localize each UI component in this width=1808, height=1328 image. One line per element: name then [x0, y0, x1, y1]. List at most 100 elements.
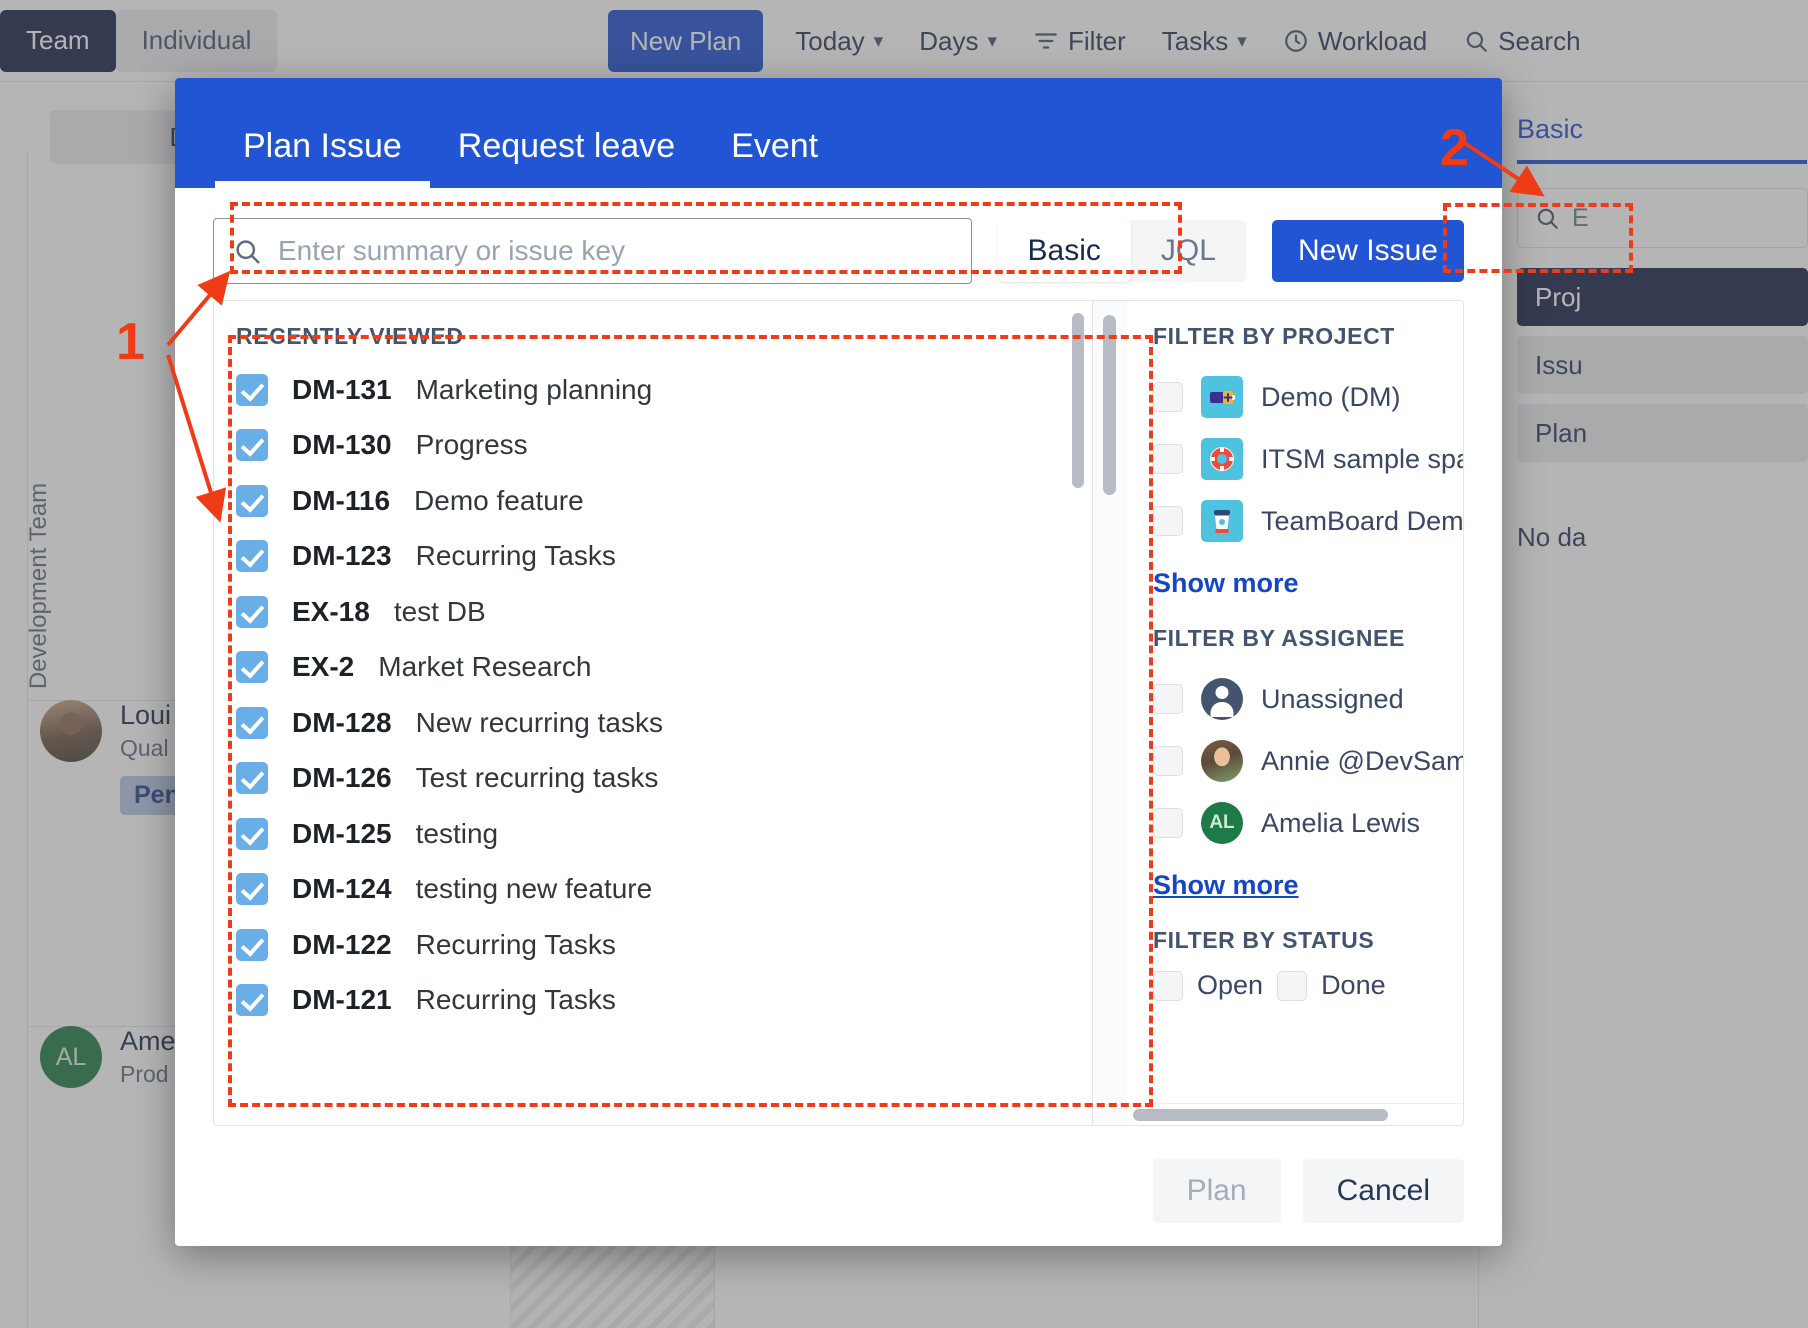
- checkbox[interactable]: [1153, 746, 1183, 776]
- filter-status-row: Open Done: [1153, 970, 1463, 1001]
- issue-summary: Demo feature: [414, 484, 584, 516]
- checkbox-checked[interactable]: [236, 651, 268, 684]
- issue-row[interactable]: DM-131 Marketing planning: [236, 362, 1092, 418]
- new-issue-button[interactable]: New Issue: [1271, 220, 1464, 282]
- issue-row[interactable]: DM-125 testing: [236, 806, 1092, 862]
- issue-key: EX-18: [292, 595, 370, 627]
- checkbox[interactable]: [1153, 808, 1183, 838]
- filter-project-demo[interactable]: Demo (DM): [1153, 366, 1463, 428]
- checkbox-checked[interactable]: [236, 873, 268, 906]
- scrollbar-thumb[interactable]: [1103, 315, 1116, 495]
- filter-project-teamboard[interactable]: TeamBoard Demo: [1153, 490, 1463, 552]
- filters-scrollbar[interactable]: [1093, 301, 1127, 1125]
- modal-body: Basic JQL New Issue RECENTLY VIEWED DM-1…: [175, 188, 1502, 1136]
- issue-row[interactable]: DM-122 Recurring Tasks: [236, 917, 1092, 973]
- checkbox-checked[interactable]: [236, 595, 268, 628]
- checkbox-checked[interactable]: [236, 928, 268, 961]
- filter-assignee-heading: FILTER BY ASSIGNEE: [1153, 625, 1405, 651]
- checkbox-checked[interactable]: [236, 762, 268, 795]
- checkbox-checked[interactable]: [236, 429, 268, 462]
- checkbox-checked[interactable]: [236, 984, 268, 1017]
- checkbox[interactable]: [1277, 970, 1308, 1001]
- filter-assignee-unassigned[interactable]: Unassigned: [1153, 668, 1463, 730]
- search-icon: [236, 240, 260, 264]
- plan-button[interactable]: Plan: [1152, 1159, 1281, 1223]
- tab-event[interactable]: Event: [703, 127, 846, 188]
- filters-content: FILTER BY PROJECT Demo (DM) ITSM sample …: [1127, 301, 1463, 1125]
- issue-row[interactable]: DM-123 Recurring Tasks: [236, 529, 1092, 585]
- scrollbar-thumb[interactable]: [1072, 313, 1084, 488]
- modal-footer: Plan Cancel: [175, 1136, 1502, 1246]
- filter-status-heading: FILTER BY STATUS: [1153, 927, 1375, 953]
- filter-assignee-annie[interactable]: Annie @DevSamu: [1153, 730, 1463, 792]
- issue-summary: Test recurring tasks: [415, 762, 659, 794]
- checkbox-checked[interactable]: [236, 484, 268, 517]
- issue-key: DM-123: [292, 540, 392, 572]
- issue-key: DM-116: [292, 484, 391, 516]
- issue-row[interactable]: DM-126 Test recurring tasks: [236, 751, 1092, 807]
- issue-summary: Progress: [415, 429, 528, 461]
- filter-project-itsm[interactable]: ITSM sample spa: [1153, 428, 1463, 490]
- modal-panes: RECENTLY VIEWED DM-131 Marketing planning…: [213, 300, 1464, 1136]
- mode-basic[interactable]: Basic: [997, 220, 1131, 282]
- issue-summary: testing: [415, 817, 499, 849]
- avatar: AL: [1201, 802, 1243, 844]
- issue-list-scrollbar[interactable]: [1072, 313, 1084, 1113]
- checkbox[interactable]: [1153, 970, 1183, 1001]
- issue-search-box[interactable]: [213, 218, 972, 284]
- issue-list[interactable]: DM-131 Marketing planning DM-130 Progress DM…: [214, 362, 1092, 1125]
- checkbox[interactable]: [1153, 684, 1183, 714]
- checkbox[interactable]: [1153, 382, 1183, 412]
- scrollbar-thumb[interactable]: [1133, 1109, 1388, 1121]
- tab-plan-issue[interactable]: Plan Issue: [215, 127, 430, 188]
- modal-tab-bar: Plan Issue Request leave Event: [175, 78, 1502, 188]
- assignee-show-more-link[interactable]: Show more: [1153, 870, 1463, 901]
- cancel-button[interactable]: Cancel: [1302, 1159, 1464, 1223]
- search-input[interactable]: [278, 235, 953, 267]
- checkbox[interactable]: [1153, 444, 1183, 474]
- filter-label: Done: [1321, 970, 1386, 1000]
- avatar: [1201, 740, 1243, 782]
- issue-key: DM-130: [292, 429, 392, 461]
- filter-label: Unassigned: [1261, 683, 1404, 714]
- issue-row[interactable]: DM-116 Demo feature: [236, 473, 1092, 529]
- filter-assignee-amelia[interactable]: AL Amelia Lewis: [1153, 792, 1463, 854]
- issue-key: DM-121: [292, 984, 392, 1016]
- tab-request-leave[interactable]: Request leave: [430, 127, 703, 188]
- query-mode-toggle[interactable]: Basic JQL: [997, 220, 1246, 282]
- issue-key: DM-124: [292, 873, 392, 905]
- lifebuoy-icon: [1201, 438, 1243, 480]
- issue-key: DM-128: [292, 706, 392, 738]
- issue-key: DM-126: [292, 762, 392, 794]
- issue-key: DM-131: [292, 373, 392, 405]
- issue-list-pane: RECENTLY VIEWED DM-131 Marketing planning…: [213, 300, 1092, 1126]
- mode-jql[interactable]: JQL: [1131, 220, 1246, 282]
- recently-viewed-heading: RECENTLY VIEWED: [236, 323, 464, 349]
- plan-issue-modal: Plan Issue Request leave Event Basic JQL…: [175, 78, 1502, 1246]
- issue-key: DM-125: [292, 817, 392, 849]
- issue-row[interactable]: DM-130 Progress: [236, 418, 1092, 474]
- checkbox-checked[interactable]: [236, 706, 268, 739]
- issue-summary: Recurring Tasks: [415, 928, 616, 960]
- project-show-more-link[interactable]: Show more: [1153, 568, 1463, 599]
- issue-row[interactable]: DM-121 Recurring Tasks: [236, 973, 1092, 1029]
- filters-pane: FILTER BY PROJECT Demo (DM) ITSM sample …: [1092, 300, 1464, 1126]
- filter-label: TeamBoard Demo: [1261, 505, 1463, 536]
- issue-row[interactable]: EX-18 test DB: [236, 584, 1092, 640]
- modal-search-row: Basic JQL New Issue: [213, 188, 1464, 300]
- issue-summary: New recurring tasks: [415, 706, 663, 738]
- filters-horizontal-scrollbar[interactable]: [1127, 1103, 1463, 1125]
- issue-key: EX-2: [292, 651, 355, 683]
- issue-row[interactable]: EX-2 Market Research: [236, 640, 1092, 696]
- coffee-cup-icon: [1201, 500, 1243, 542]
- issue-row[interactable]: DM-128 New recurring tasks: [236, 695, 1092, 751]
- issue-row[interactable]: DM-124 testing new feature: [236, 862, 1092, 918]
- checkbox[interactable]: [1153, 506, 1183, 536]
- issue-summary: test DB: [393, 595, 486, 627]
- avatar-unassigned-icon: [1201, 678, 1243, 720]
- checkbox-checked[interactable]: [236, 373, 268, 406]
- checkbox-checked[interactable]: [236, 540, 268, 573]
- issue-summary: testing new feature: [415, 873, 653, 905]
- checkbox-checked[interactable]: [236, 817, 268, 850]
- issue-key: DM-122: [292, 928, 392, 960]
